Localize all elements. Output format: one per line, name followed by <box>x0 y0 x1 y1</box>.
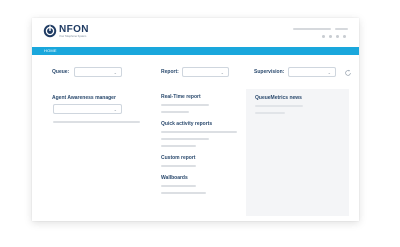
app-header: NFON Your Telephone System <box>32 18 359 46</box>
header-dot-4[interactable] <box>343 35 346 38</box>
header-dot-3[interactable] <box>336 35 339 38</box>
header-dot-1[interactable] <box>322 35 325 38</box>
queue-label: Queue: <box>52 69 70 75</box>
app-window: NFON Your Telephone System HOME Queue: ⌄… <box>32 18 359 221</box>
news-line-2 <box>255 112 285 114</box>
nfon-logo[interactable]: NFON Your Telephone System <box>43 24 89 40</box>
header-status-placeholder <box>335 28 348 30</box>
quick-activity-line-3 <box>161 145 196 147</box>
chevron-down-icon: ⌄ <box>113 70 117 75</box>
chevron-down-icon: ⌄ <box>220 70 224 75</box>
logo-text: NFON <box>59 24 89 35</box>
news-panel: QueueMetrics news <box>246 89 349 216</box>
wallboards-line-2 <box>161 192 206 194</box>
realtime-report-title[interactable]: Real-Time report <box>161 94 201 100</box>
logo-tagline: Your Telephone System <box>59 35 87 38</box>
quick-activity-line-1 <box>161 131 237 133</box>
queue-select[interactable]: ⌄ <box>74 67 122 77</box>
realtime-report-line-1 <box>161 104 209 106</box>
quick-activity-title[interactable]: Quick activity reports <box>161 121 212 127</box>
custom-report-title[interactable]: Custom report <box>161 155 195 161</box>
report-select[interactable]: ⌄ <box>182 67 229 77</box>
quick-activity-line-2 <box>161 138 209 140</box>
custom-report-line-1 <box>161 165 196 167</box>
supervision-select[interactable]: ⌄ <box>288 67 336 77</box>
chevron-down-icon: ⌄ <box>327 70 331 75</box>
agent-awareness-title: Agent Awareness manager <box>52 95 116 101</box>
nav-bar: HOME <box>32 47 359 55</box>
wallboards-line-1 <box>161 185 196 187</box>
nav-home-link[interactable]: HOME <box>44 48 57 54</box>
header-dot-2[interactable] <box>329 35 332 38</box>
chevron-down-icon: ⌄ <box>113 107 117 112</box>
supervision-label: Supervision: <box>254 69 285 75</box>
queuemetrics-news-title: QueueMetrics news <box>255 95 302 101</box>
nfon-logo-icon <box>43 24 57 38</box>
realtime-report-line-2 <box>161 111 189 113</box>
agent-awareness-placeholder-line <box>53 121 140 123</box>
header-user-placeholder <box>293 28 331 30</box>
wallboards-title[interactable]: Wallboards <box>161 175 188 181</box>
agent-awareness-select[interactable]: ⌄ <box>53 104 122 114</box>
refresh-icon[interactable] <box>344 69 352 77</box>
report-label: Report: <box>161 69 179 75</box>
news-line-1 <box>255 105 303 107</box>
